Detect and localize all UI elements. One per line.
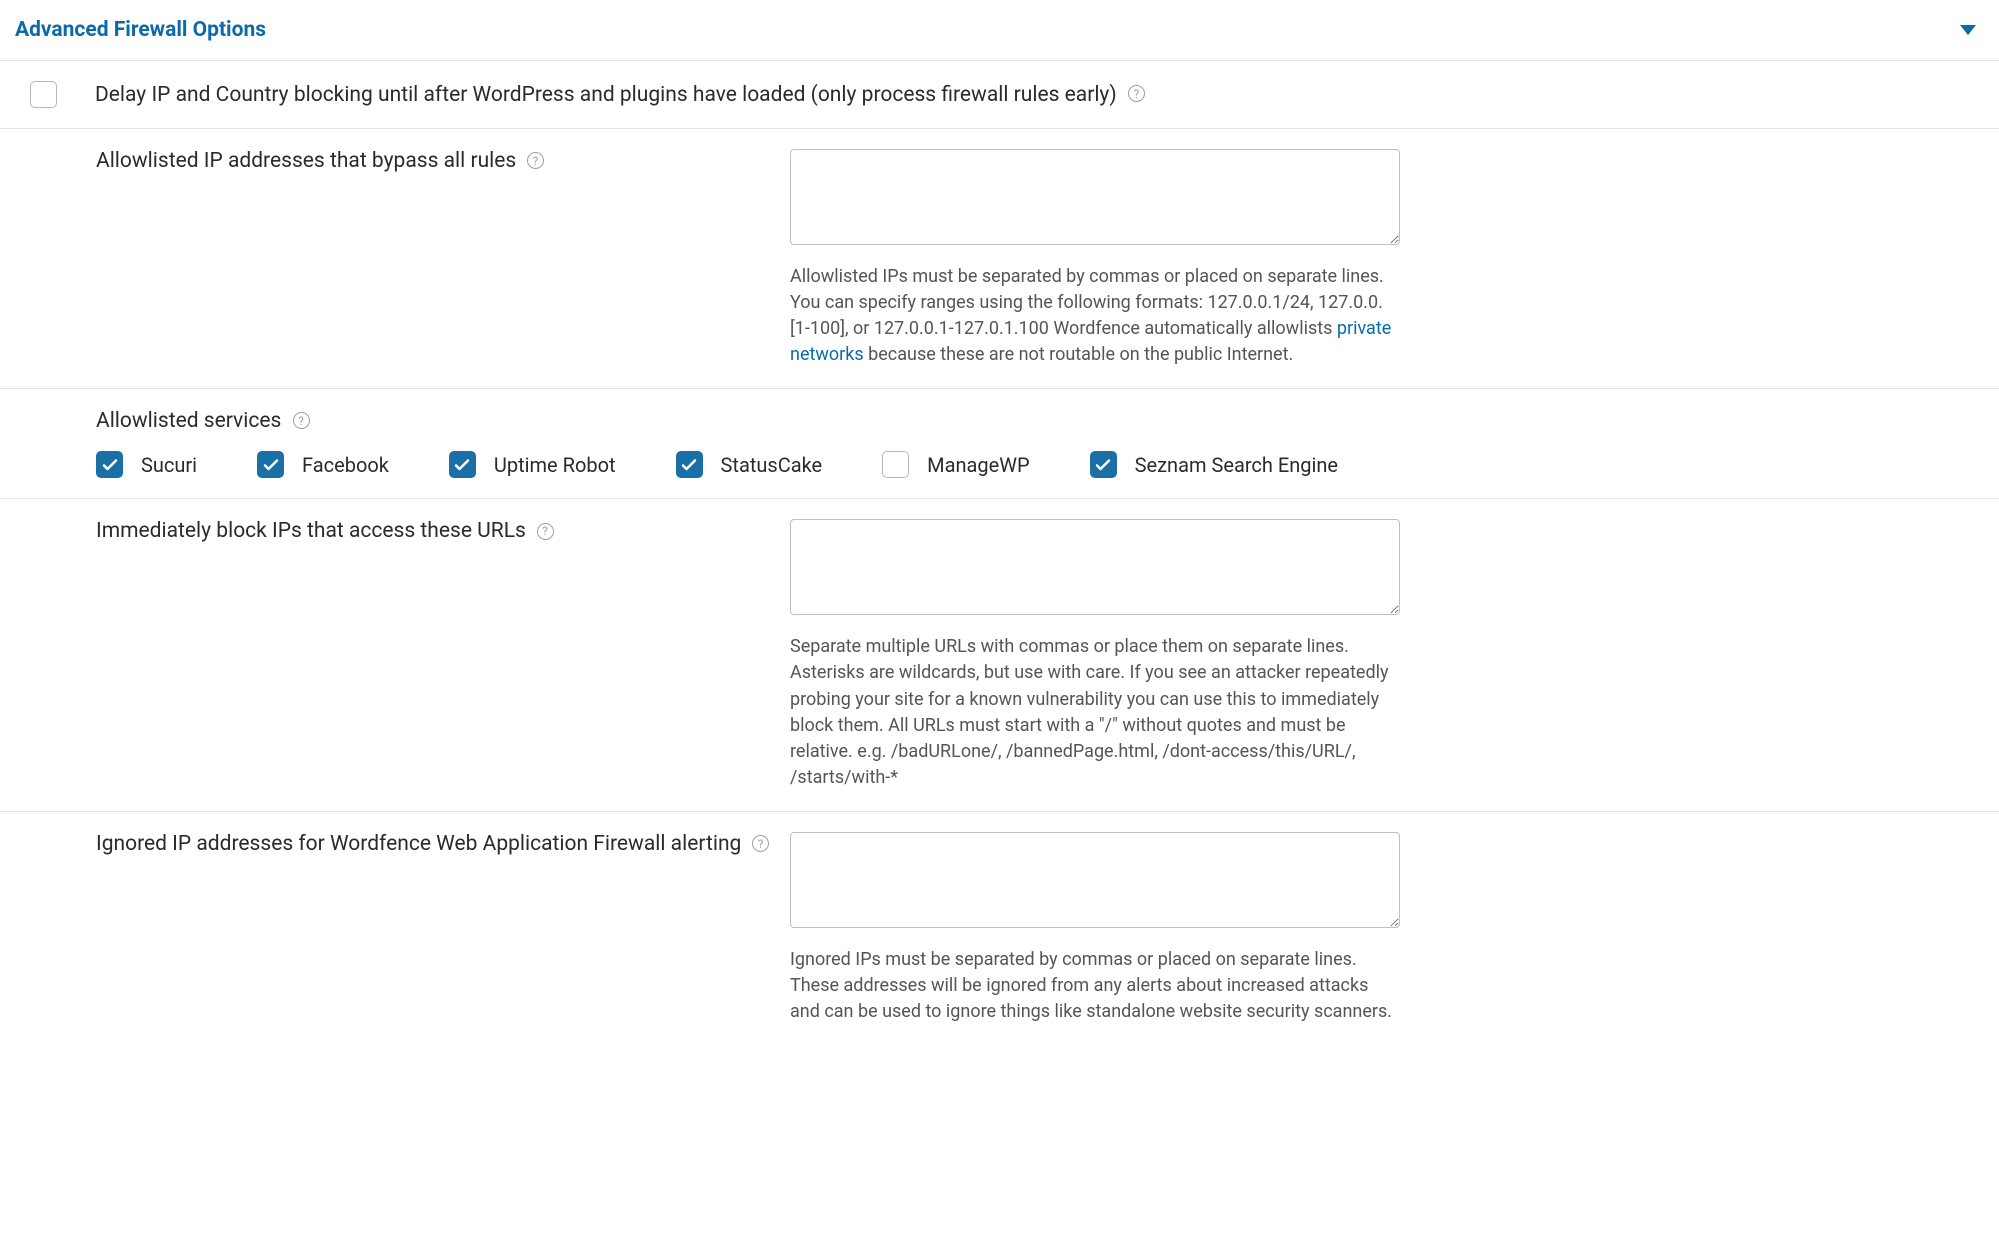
allowlisted-ips-label: Allowlisted IP addresses that bypass all… [96,149,516,173]
help-icon[interactable]: ? [293,412,310,429]
help-text-pre: Allowlisted IPs must be separated by com… [790,266,1384,339]
ignored-ips-help: Ignored IPs must be separated by commas … [790,947,1400,1025]
help-icon[interactable]: ? [537,523,554,540]
service-item-uptime-robot: Uptime Robot [449,451,616,478]
help-text-post: because these are not routable on the pu… [864,344,1294,365]
allowlisted-ips-help: Allowlisted IPs must be separated by com… [790,264,1400,368]
service-label: Seznam Search Engine [1135,453,1338,477]
block-urls-section: Immediately block IPs that access these … [0,499,1999,812]
service-checkbox-managewp[interactable] [882,451,909,478]
service-label: StatusCake [721,453,823,477]
block-urls-textarea[interactable] [790,519,1400,615]
section-title: Advanced Firewall Options [15,18,266,42]
help-icon[interactable]: ? [1128,85,1145,102]
delay-blocking-checkbox[interactable] [30,81,57,108]
allowlisted-ips-textarea[interactable] [790,149,1400,245]
allowlisted-services-section: Allowlisted services ? Sucuri Facebook U… [0,389,1999,499]
ignored-ips-label: Ignored IP addresses for Wordfence Web A… [96,832,741,856]
service-item-sucuri: Sucuri [96,451,197,478]
chevron-down-icon[interactable] [1960,25,1976,35]
allowlisted-ips-section: Allowlisted IP addresses that bypass all… [0,129,1999,389]
help-icon[interactable]: ? [752,835,769,852]
service-label: ManageWP [927,453,1029,477]
service-item-facebook: Facebook [257,451,389,478]
allowlisted-services-label: Allowlisted services [96,409,281,433]
delay-blocking-section: Delay IP and Country blocking until afte… [0,61,1999,129]
service-checkbox-seznam[interactable] [1090,451,1117,478]
service-label: Sucuri [141,453,197,477]
ignored-ips-section: Ignored IP addresses for Wordfence Web A… [0,812,1999,1045]
service-label: Uptime Robot [494,453,616,477]
service-checkbox-facebook[interactable] [257,451,284,478]
section-header[interactable]: Advanced Firewall Options [0,0,1999,61]
help-icon[interactable]: ? [527,152,544,169]
service-item-seznam: Seznam Search Engine [1090,451,1338,478]
delay-blocking-label: Delay IP and Country blocking until afte… [95,83,1117,107]
block-urls-help: Separate multiple URLs with commas or pl… [790,634,1400,791]
service-item-statuscake: StatusCake [676,451,823,478]
service-checkbox-sucuri[interactable] [96,451,123,478]
service-label: Facebook [302,453,389,477]
services-row: Sucuri Facebook Uptime Robot StatusCake … [96,451,1984,478]
service-checkbox-uptime-robot[interactable] [449,451,476,478]
service-checkbox-statuscake[interactable] [676,451,703,478]
block-urls-label: Immediately block IPs that access these … [96,519,526,543]
ignored-ips-textarea[interactable] [790,832,1400,928]
service-item-managewp: ManageWP [882,451,1029,478]
